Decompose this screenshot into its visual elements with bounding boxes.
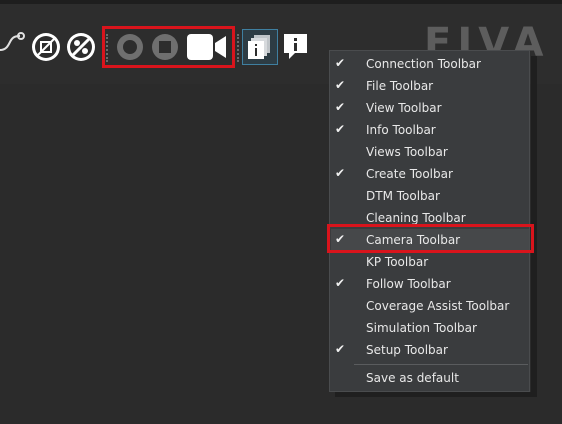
- menu-item-save-as-default[interactable]: Save as default: [331, 367, 529, 389]
- camera-toolbar-item-highlight: [327, 224, 534, 253]
- menu-item-label: KP Toolbar: [366, 255, 429, 269]
- menu-item-label: Coverage Assist Toolbar: [366, 299, 510, 313]
- menu-item-label: Views Toolbar: [366, 145, 448, 159]
- check-icon: ✔: [335, 276, 346, 290]
- no-fill-icon[interactable]: [66, 32, 96, 62]
- menu-item-follow-toolbar[interactable]: ✔ Follow Toolbar: [331, 273, 529, 295]
- menu-item-simulation-toolbar[interactable]: Simulation Toolbar: [331, 317, 529, 339]
- menu-item-info-toolbar[interactable]: ✔ Info Toolbar: [331, 119, 529, 141]
- menu-item-label: Simulation Toolbar: [366, 321, 477, 335]
- menu-shadow: [335, 392, 537, 397]
- menu-item-view-toolbar[interactable]: ✔ View Toolbar: [331, 97, 529, 119]
- menu-item-views-toolbar[interactable]: Views Toolbar: [331, 141, 529, 163]
- menu-item-file-toolbar[interactable]: ✔ File Toolbar: [331, 75, 529, 97]
- toolbar-context-menu: ✔ Connection Toolbar ✔ File Toolbar ✔ Vi…: [329, 50, 530, 392]
- info-stack-icon[interactable]: [242, 29, 278, 65]
- check-icon: ✔: [335, 78, 346, 92]
- toolbar-separator: [237, 34, 241, 62]
- menu-item-label: View Toolbar: [366, 101, 442, 115]
- menu-item-label: Info Toolbar: [366, 123, 436, 137]
- menu-item-label: Create Toolbar: [366, 167, 453, 181]
- menu-item-dtm-toolbar[interactable]: DTM Toolbar: [331, 185, 529, 207]
- menu-separator: [354, 364, 528, 365]
- check-icon: ✔: [335, 122, 346, 136]
- menu-item-label: Setup Toolbar: [366, 343, 448, 357]
- check-icon: ✔: [335, 342, 346, 356]
- route-icon[interactable]: [0, 28, 26, 62]
- check-icon: ✔: [335, 100, 346, 114]
- check-icon: ✔: [335, 56, 346, 70]
- menu-item-coverage-assist-toolbar[interactable]: Coverage Assist Toolbar: [331, 295, 529, 317]
- record-icon[interactable]: [116, 33, 144, 61]
- menu-item-label: File Toolbar: [366, 79, 434, 93]
- menu-item-connection-toolbar[interactable]: ✔ Connection Toolbar: [331, 53, 529, 75]
- chip-icon[interactable]: [31, 32, 61, 62]
- info-balloon-icon[interactable]: [283, 33, 309, 61]
- menu-item-label: Follow Toolbar: [366, 277, 451, 291]
- menu-item-setup-toolbar[interactable]: ✔ Setup Toolbar: [331, 339, 529, 361]
- menu-item-kp-toolbar[interactable]: KP Toolbar: [331, 251, 529, 273]
- video-camera-icon[interactable]: [186, 33, 228, 61]
- menu-item-label: Save as default: [366, 371, 459, 385]
- check-icon: ✔: [335, 166, 346, 180]
- stop-icon[interactable]: [151, 33, 179, 61]
- menu-item-create-toolbar[interactable]: ✔ Create Toolbar: [331, 163, 529, 185]
- menu-item-label: Cleaning Toolbar: [366, 211, 466, 225]
- menu-item-label: DTM Toolbar: [366, 189, 440, 203]
- menu-item-label: Connection Toolbar: [366, 57, 481, 71]
